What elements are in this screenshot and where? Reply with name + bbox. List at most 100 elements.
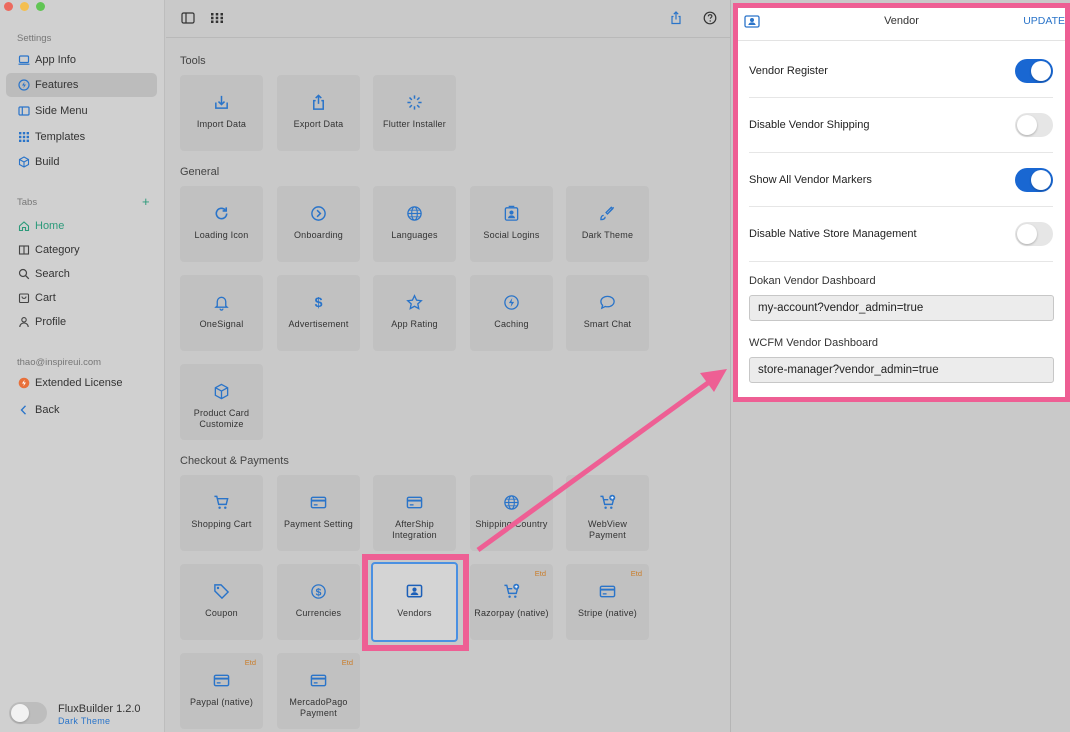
- tile-currencies[interactable]: $ Currencies: [277, 564, 360, 640]
- card-icon: [309, 671, 329, 689]
- tile-export-data[interactable]: Export Data: [277, 75, 360, 151]
- tile-label: Import Data: [196, 119, 247, 129]
- download-icon: [212, 93, 232, 111]
- sidebar-item-side-menu[interactable]: Side Menu: [6, 99, 157, 123]
- toggle-switch[interactable]: [1015, 167, 1053, 192]
- sidebar-item-search[interactable]: Search: [6, 262, 157, 286]
- tile-languages[interactable]: Languages: [373, 186, 456, 262]
- sidebar-item-home[interactable]: Home: [6, 214, 157, 238]
- tile-label: MercadoPago Payment: [289, 697, 348, 718]
- tile-razorpay-native[interactable]: Razorpay (native) Etd: [470, 564, 553, 640]
- cart-plus-icon: [598, 493, 618, 511]
- help-icon[interactable]: [702, 10, 718, 26]
- tile-coupon[interactable]: Coupon: [180, 564, 263, 640]
- wcfm-dashboard-input[interactable]: [749, 357, 1054, 383]
- bolt-icon: [502, 293, 522, 311]
- tile-app-rating[interactable]: App Rating: [373, 275, 456, 351]
- minimize-window-button[interactable]: [20, 2, 29, 11]
- sidebar-item-app-info[interactable]: App Info: [6, 48, 157, 72]
- tile-webview-payment[interactable]: WebView Payment: [566, 475, 649, 551]
- tile-onboarding[interactable]: Onboarding: [277, 186, 360, 262]
- tile-product-card-customize[interactable]: Product Card Customize: [180, 364, 263, 440]
- sidebar-item-label: Profile: [35, 316, 67, 328]
- chevron-circle-icon: [309, 204, 329, 222]
- dark-theme-toggle[interactable]: [9, 702, 47, 724]
- sidebar-item-category[interactable]: Category: [6, 238, 157, 262]
- toggle-label: Disable Vendor Shipping: [749, 119, 870, 131]
- cube-icon: [212, 382, 232, 400]
- back-button[interactable]: Back: [6, 398, 157, 422]
- grid-icon: [17, 131, 30, 144]
- sidebar-item-templates[interactable]: Templates: [6, 125, 157, 149]
- toggle-knob: [1031, 60, 1051, 81]
- tile-label: Caching: [494, 319, 529, 329]
- theme-label: Dark Theme: [58, 716, 111, 726]
- sidebar-item-label: Back: [35, 404, 60, 416]
- dollar-circle-icon: $: [309, 582, 329, 600]
- tile-aftership-integration[interactable]: AfterShip Integration: [373, 475, 456, 551]
- tile-label: Languages: [391, 230, 438, 240]
- sidebar-item-features[interactable]: Features: [6, 73, 157, 97]
- tile-stripe-native[interactable]: Stripe (native) Etd: [566, 564, 649, 640]
- dokan-dashboard-input[interactable]: [749, 295, 1054, 321]
- tile-label: Paypal (native): [189, 697, 254, 707]
- sidebar-toggle-icon[interactable]: [180, 10, 196, 26]
- sidebar-item-build[interactable]: Build: [6, 150, 157, 174]
- tile-paypal-native[interactable]: Paypal (native) Etd: [180, 653, 263, 729]
- sidebar-item-label: Cart: [35, 292, 56, 304]
- status-badge: Etd: [534, 569, 546, 578]
- tile-onesignal[interactable]: OneSignal: [180, 275, 263, 351]
- laptop-icon: [17, 54, 30, 67]
- sidebar-item-profile[interactable]: Profile: [6, 310, 157, 334]
- person-icon: [17, 316, 30, 329]
- globe-icon: [405, 204, 425, 222]
- cart-icon: [17, 292, 30, 305]
- vendor-toggle-row: Disable Vendor Shipping: [749, 99, 1053, 153]
- tile-label: Smart Chat: [583, 319, 632, 329]
- extended-license-link[interactable]: Extended License: [6, 371, 157, 395]
- tile-dark-theme[interactable]: Dark Theme: [566, 186, 649, 262]
- tile-import-data[interactable]: Import Data: [180, 75, 263, 151]
- sidebar-item-label: Side Menu: [35, 105, 88, 117]
- settings-header: Settings: [17, 33, 52, 44]
- close-window-button[interactable]: [4, 2, 13, 11]
- svg-text:$: $: [315, 295, 323, 311]
- update-button[interactable]: UPDATE: [1023, 15, 1065, 27]
- dollar-icon: $: [309, 293, 329, 311]
- tile-social-logins[interactable]: Social Logins: [470, 186, 553, 262]
- cube-icon: [17, 156, 30, 169]
- tile-advertisement[interactable]: $ Advertisement: [277, 275, 360, 351]
- share-icon[interactable]: [668, 10, 684, 26]
- star-icon: [405, 293, 425, 311]
- vendors-highlight: [362, 554, 469, 651]
- tile-shopping-cart[interactable]: Shopping Cart: [180, 475, 263, 551]
- toggle-label: Show All Vendor Markers: [749, 173, 872, 186]
- toggle-switch[interactable]: [1015, 113, 1053, 137]
- apps-grid-icon[interactable]: [209, 10, 225, 26]
- group-title-general: General: [180, 166, 220, 178]
- tile-smart-chat[interactable]: Smart Chat: [566, 275, 649, 351]
- svg-text:$: $: [316, 587, 322, 598]
- tile-label: Export Data: [293, 119, 344, 129]
- toggle-knob: [11, 704, 29, 722]
- tile-caching[interactable]: Caching: [470, 275, 553, 351]
- toggle-switch[interactable]: [1015, 222, 1053, 246]
- add-tab-button[interactable]: +: [142, 194, 150, 209]
- tile-mercadopago-payment[interactable]: MercadoPago Payment Etd: [277, 653, 360, 729]
- sidebar-item-cart[interactable]: Cart: [6, 286, 157, 310]
- zoom-window-button[interactable]: [36, 2, 45, 11]
- toggle-switch[interactable]: [1015, 58, 1053, 83]
- tile-shipping-country[interactable]: Shipping Country: [470, 475, 553, 551]
- tabs-header: Tabs: [17, 197, 38, 208]
- tile-label: Onboarding: [293, 230, 344, 240]
- tile-label: AfterShip Integration: [392, 519, 437, 540]
- tile-flutter-installer[interactable]: Flutter Installer: [373, 75, 456, 151]
- cart-plus-icon: [502, 582, 522, 600]
- wcfm-dashboard-label: WCFM Vendor Dashboard: [749, 337, 878, 349]
- sidebar-item-label: Home: [35, 220, 65, 232]
- sidebar-item-label: Build: [35, 156, 60, 168]
- tile-payment-setting[interactable]: Payment Setting: [277, 475, 360, 551]
- tile-loading-icon[interactable]: Loading Icon: [180, 186, 263, 262]
- paint-brush-icon: [598, 204, 618, 222]
- vendor-settings-panel: Vendor UPDATE Vendor Register Disable Ven…: [733, 3, 1070, 402]
